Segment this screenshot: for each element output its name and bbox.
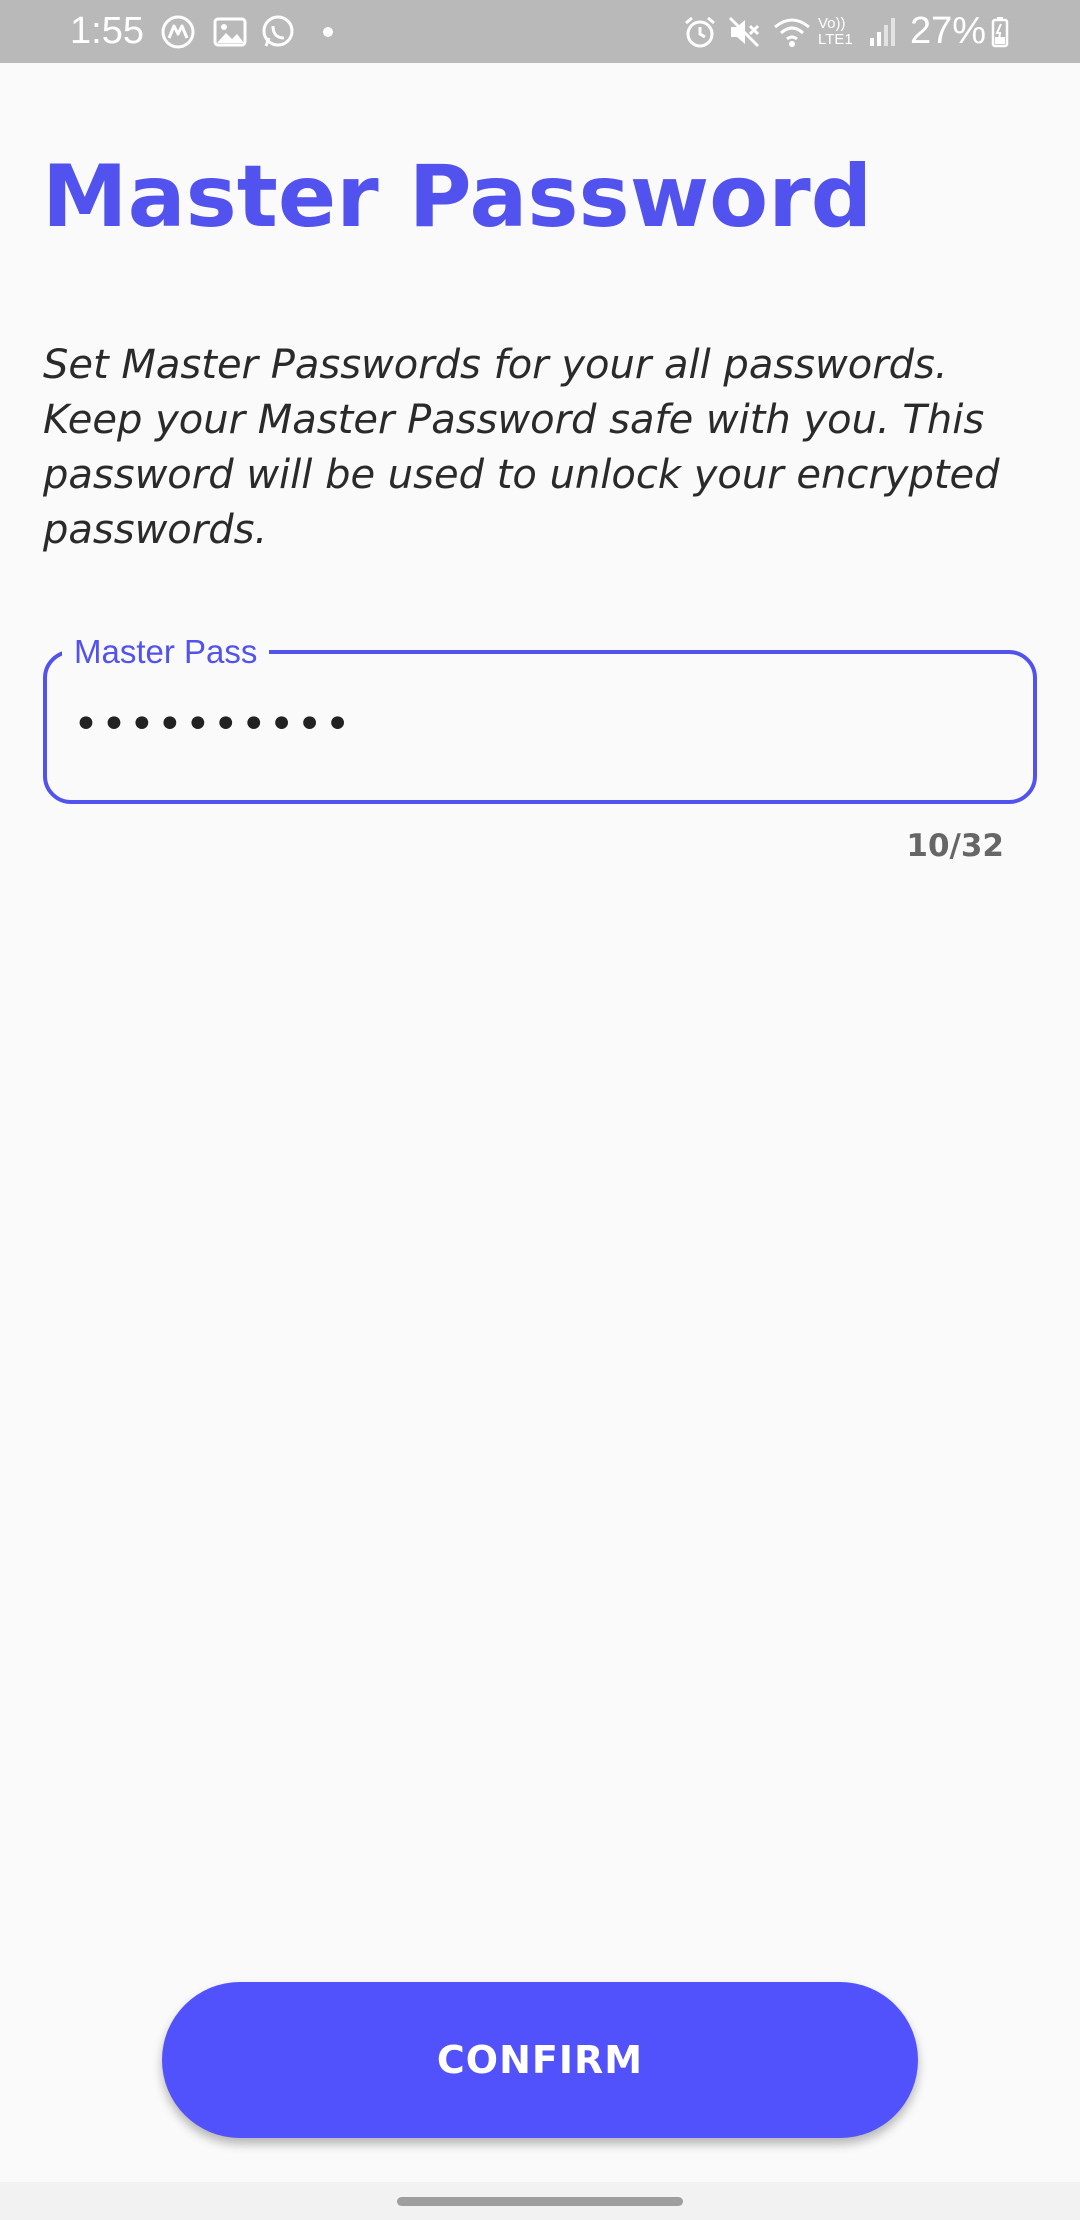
navigation-bar — [0, 2182, 1080, 2220]
gallery-icon — [210, 12, 250, 52]
mute-icon — [724, 12, 764, 52]
cm-icon — [158, 12, 198, 52]
status-time: 1:55 — [70, 10, 144, 52]
character-counter: 10/32 — [906, 828, 1004, 864]
battery-icon — [988, 12, 1012, 52]
master-password-input[interactable]: •••••••••• — [73, 690, 973, 760]
battery-percentage: 27% — [910, 10, 987, 52]
home-indicator[interactable] — [397, 2197, 683, 2206]
field-label: Master Pass — [62, 632, 270, 672]
page-title: Master Password — [42, 147, 873, 247]
whatsapp-icon — [258, 12, 298, 52]
confirm-button[interactable]: CONFIRM — [162, 1982, 918, 2138]
signal-icon — [866, 12, 900, 52]
status-bar: 1:55 Vo)) LTE1 27% — [0, 0, 1080, 63]
dot-icon — [318, 12, 338, 52]
wifi-icon — [770, 12, 814, 52]
lte-icon: Vo)) LTE1 — [818, 15, 853, 48]
alarm-icon — [680, 12, 720, 52]
description-text: Set Master Passwords for your all passwo… — [43, 342, 1000, 553]
